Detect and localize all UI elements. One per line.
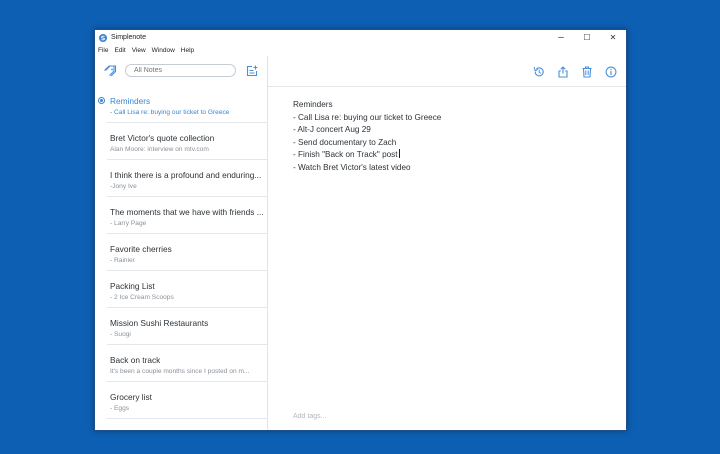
sidebar-toolbar — [95, 56, 267, 86]
menu-window[interactable]: Window — [152, 47, 175, 54]
note-list-item[interactable]: Mission Sushi Restaurants - Suogi — [107, 308, 267, 345]
note-title: The moments that we have with friends ..… — [110, 207, 264, 217]
note-title: I think there is a profound and enduring… — [110, 170, 262, 180]
note-preview: - Larry Page — [110, 220, 147, 227]
note-list-item[interactable]: Favorite cherries - Rainier — [107, 234, 267, 271]
simplenote-logo-icon — [99, 33, 107, 42]
note-editor: Reminders - Call Lisa re: buying our tic… — [268, 56, 626, 430]
history-icon[interactable] — [532, 65, 545, 78]
note-list-item[interactable]: The moments that we have with friends ..… — [107, 197, 267, 234]
note-title: Reminders — [110, 96, 151, 106]
app-window: Simplenote – ☐ ✕ File Edit View Window H… — [94, 29, 627, 431]
info-icon[interactable] — [604, 65, 617, 78]
share-icon[interactable] — [556, 65, 569, 78]
menu-view[interactable]: View — [132, 47, 146, 54]
note-preview: - Call Lisa re: buying our ticket to Gre… — [110, 109, 230, 116]
note-title: Back on track — [110, 355, 161, 365]
note-title: Bret Victor's quote collection — [110, 133, 215, 143]
note-title: Packing List — [110, 281, 155, 291]
minimize-button[interactable]: – — [548, 30, 574, 45]
note-title: Mission Sushi Restaurants — [110, 318, 209, 328]
note-list-item[interactable]: Reminders - Call Lisa re: buying our tic… — [98, 86, 267, 123]
note-line: - Watch Bret Victor's latest video — [293, 162, 411, 172]
note-preview: - Rainier — [110, 257, 135, 264]
note-list: Reminders - Call Lisa re: buying our tic… — [95, 86, 267, 419]
note-line: - Call Lisa re: buying our ticket to Gre… — [293, 112, 442, 122]
note-preview: - Suogi — [110, 331, 131, 338]
note-list-item[interactable]: Back on track It's been a couple months … — [107, 345, 267, 382]
note-list-item[interactable]: I think there is a profound and enduring… — [107, 160, 267, 197]
note-preview: It's been a couple months since I posted… — [110, 368, 250, 375]
note-line-text: - Finish "Back on Track" post — [293, 150, 398, 160]
search-input[interactable] — [125, 64, 236, 77]
editor-toolbar — [268, 56, 626, 86]
pinned-icon — [98, 97, 105, 104]
new-note-icon[interactable] — [245, 64, 259, 78]
note-list-item[interactable]: Grocery list - Eggs — [107, 382, 267, 419]
note-line: - Finish "Back on Track" post — [293, 149, 613, 162]
toolbar-divider — [268, 86, 626, 87]
note-preview: -Jony Ive — [110, 183, 137, 190]
note-title: Grocery list — [110, 392, 152, 402]
note-preview: Alan Moore: interview on mtv.com — [110, 146, 209, 153]
note-preview: - Eggs — [110, 405, 130, 412]
window-title: Simplenote — [111, 34, 147, 41]
text-caret — [398, 149, 400, 159]
menu-bar: File Edit View Window Help — [95, 45, 626, 56]
maximize-button[interactable]: ☐ — [574, 30, 600, 45]
trash-icon[interactable] — [580, 65, 593, 78]
add-tags-input[interactable] — [293, 413, 443, 420]
tag-icon[interactable] — [103, 64, 117, 78]
note-line: - Alt-J concert Aug 29 — [293, 125, 371, 135]
note-line: Reminders — [293, 100, 333, 109]
menu-edit[interactable]: Edit — [114, 47, 125, 54]
note-line: - Send documentary to Zach — [293, 137, 397, 147]
note-title: Favorite cherries — [110, 244, 172, 254]
close-button[interactable]: ✕ — [600, 30, 626, 45]
note-list-item[interactable]: Bret Victor's quote collection Alan Moor… — [107, 123, 267, 160]
note-content[interactable]: Reminders - Call Lisa re: buying our tic… — [293, 99, 613, 175]
note-preview: - 2 Ice Cream Scoops — [110, 294, 174, 301]
menu-help[interactable]: Help — [181, 47, 194, 54]
title-bar: Simplenote – ☐ ✕ — [95, 30, 626, 45]
note-list-item[interactable]: Packing List - 2 Ice Cream Scoops — [107, 271, 267, 308]
menu-file[interactable]: File — [98, 47, 108, 54]
sidebar: Reminders - Call Lisa re: buying our tic… — [95, 56, 268, 430]
